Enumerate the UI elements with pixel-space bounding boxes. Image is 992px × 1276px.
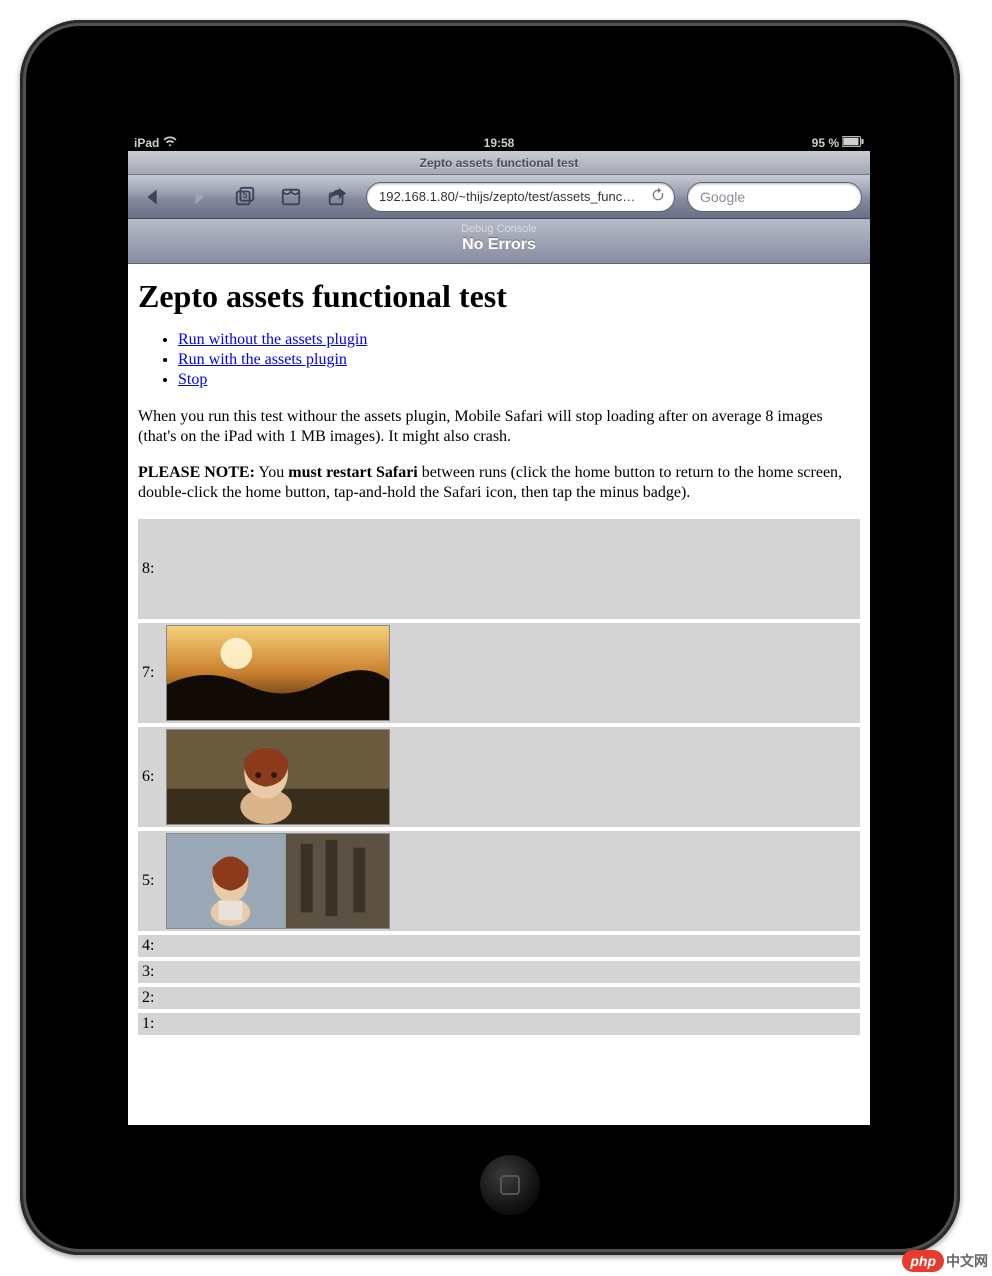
image-row: 8:	[138, 519, 860, 619]
url-text: 192.168.1.80/~thijs/zepto/test/assets_fu…	[379, 189, 650, 204]
debug-console-label: Debug Console	[128, 223, 870, 235]
thumbnail-image	[166, 833, 390, 929]
row-label: 6:	[142, 768, 160, 786]
search-placeholder: Google	[700, 189, 745, 205]
home-button-glyph	[500, 1175, 520, 1195]
row-label: 4:	[142, 937, 160, 955]
image-row: 1:	[138, 1013, 860, 1035]
watermark: php 中文网	[902, 1250, 988, 1272]
note-bold: must restart Safari	[288, 464, 417, 481]
thumbnail-image	[166, 625, 390, 721]
url-field[interactable]: 192.168.1.80/~thijs/zepto/test/assets_fu…	[366, 182, 675, 212]
link-stop[interactable]: Stop	[178, 371, 207, 388]
image-row: 5:	[138, 831, 860, 931]
ipad-screen: iPad 19:58 95 % Zepto assets functional …	[128, 135, 870, 1125]
thumbnail-image	[166, 729, 390, 825]
debug-console[interactable]: Debug Console No Errors	[128, 219, 870, 264]
image-row: 3:	[138, 961, 860, 983]
image-row: 6:	[138, 727, 860, 827]
thumbnail-placeholder	[166, 521, 390, 617]
page-heading: Zepto assets functional test	[138, 278, 860, 315]
image-row: 4:	[138, 935, 860, 957]
link-run-without-plugin[interactable]: Run without the assets plugin	[178, 331, 367, 348]
browser-toolbar: 5 192.168.1.80/~thijs/zepto/test/assets_…	[128, 175, 870, 219]
row-label: 8:	[142, 560, 160, 578]
reload-icon[interactable]	[650, 187, 666, 206]
search-field[interactable]: Google	[687, 182, 862, 212]
debug-console-status: No Errors	[128, 236, 870, 254]
note-paragraph: PLEASE NOTE: You must restart Safari bet…	[138, 463, 860, 503]
back-button[interactable]	[136, 180, 170, 214]
clock: 19:58	[128, 136, 870, 150]
row-label: 7:	[142, 664, 160, 682]
bookmarks-button[interactable]	[274, 180, 308, 214]
row-label: 1:	[142, 1015, 160, 1033]
action-links: Run without the assets plugin Run with t…	[178, 331, 860, 389]
link-run-with-plugin[interactable]: Run with the assets plugin	[178, 351, 347, 368]
pages-count: 5	[228, 190, 262, 200]
image-row: 2:	[138, 987, 860, 1009]
watermark-pill: php	[902, 1250, 944, 1272]
home-button[interactable]	[480, 1155, 540, 1215]
web-content[interactable]: Zepto assets functional test Run without…	[128, 264, 870, 1049]
image-row: 7:	[138, 623, 860, 723]
pages-button[interactable]: 5	[228, 180, 262, 214]
page-title-bar: Zepto assets functional test	[128, 151, 870, 175]
note-label: PLEASE NOTE:	[138, 464, 255, 481]
forward-button[interactable]	[182, 180, 216, 214]
ipad-bezel: iPad 19:58 95 % Zepto assets functional …	[20, 20, 960, 1255]
description-paragraph: When you run this test withour the asset…	[138, 407, 860, 447]
row-label: 2:	[142, 989, 160, 1007]
row-label: 3:	[142, 963, 160, 981]
share-button[interactable]	[320, 180, 354, 214]
watermark-text: 中文网	[946, 1251, 988, 1271]
row-label: 5:	[142, 872, 160, 890]
image-rows: 8: 7: 6: 5: 4: 3: 2: 1:	[138, 519, 860, 1035]
status-bar: iPad 19:58 95 %	[128, 135, 870, 151]
